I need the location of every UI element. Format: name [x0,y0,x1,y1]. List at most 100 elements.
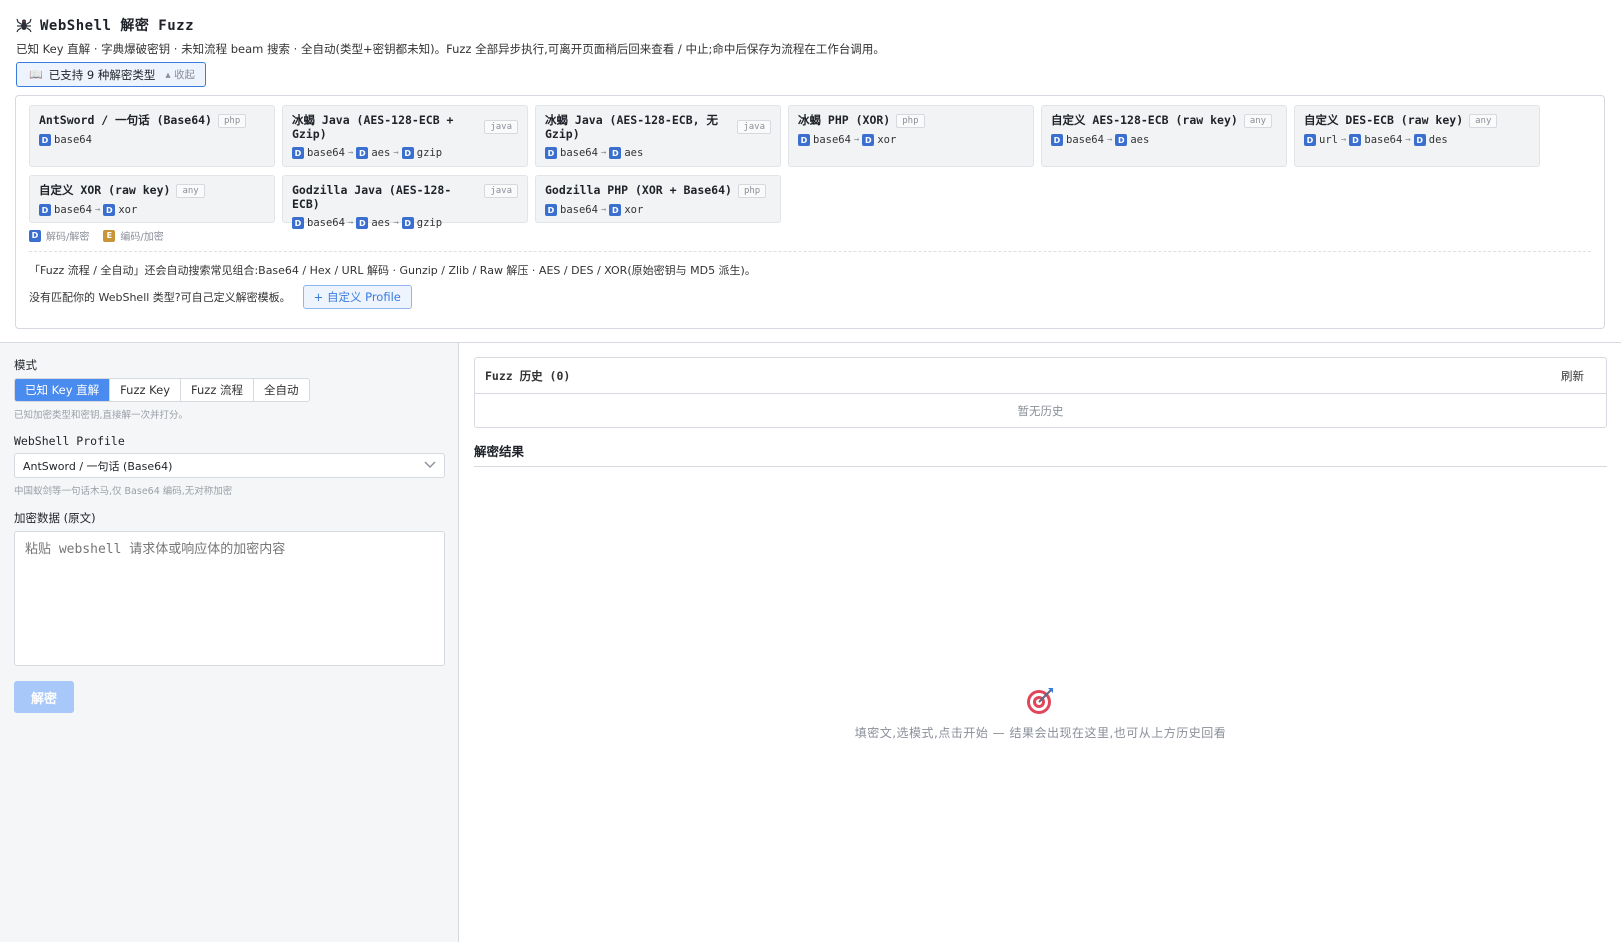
page-subtitle: 已知 Key 直解 · 字典爆破密钥 · 未知流程 beam 搜索 · 全自动(… [16,42,885,56]
profile-chain: Dbase64 → Dxor [798,134,1024,146]
support-types-label: 已支持 9 种解密类型 [48,67,156,82]
mode-label: 模式 [14,358,37,372]
chain-step: xor [118,204,138,216]
profile-lang-tag: php [737,184,767,198]
decode-badge: D [1115,134,1128,146]
profile-hint: 中国蚁剑等一句话木马,仅 Base64 编码,无对称加密 [14,486,233,497]
spider-icon [16,17,32,33]
decode-badge: D [545,147,557,159]
support-types-toggle[interactable]: 📖 已支持 9 种解密类型 ▴ 收起 [16,62,206,87]
profile-chain: Durl → Dbase64 → Ddes [1304,134,1530,146]
arrow-icon: → [347,218,354,228]
decode-badge: D [862,134,875,146]
profile-chain: Dbase64 [39,134,265,146]
arrow-icon: → [853,135,860,145]
profile-card[interactable]: 冰蝎 Java (AES-128-ECB + Gzip) java Dbase64 →… [282,105,528,167]
decode-badge: D [1349,134,1362,146]
profile-card[interactable]: AntSword / 一句话 (Base64) php Dbase64 [29,105,275,167]
chain-step: base64 [1066,134,1104,146]
mode-option[interactable]: Fuzz Key [110,379,182,401]
chevron-down-icon [424,459,436,472]
profile-card-title: 自定义 AES-128-ECB (raw key) [1051,113,1238,127]
chain-step: base64 [560,147,598,159]
divider [29,251,1591,252]
decode-badge: D [401,217,414,229]
decode-badge: D [545,204,557,216]
mode-option[interactable]: Fuzz 流程 [181,379,255,401]
profile-card-title: Godzilla Java (AES-128-ECB) [292,183,452,211]
profile-card-title: Godzilla PHP (XOR + Base64) [545,183,732,197]
workspace: 模式 已知 Key 直解 Fuzz Key Fuzz 流程 全自动 已知加密类型和密钥… [0,342,1621,942]
cipher-input[interactable] [14,531,445,666]
arrow-icon: → [1340,135,1347,145]
header: WebShell 解密 Fuzz 已知 Key 直解 · 字典爆破密钥 · 未知… [0,0,1621,87]
arrow-icon: → [600,205,607,215]
profile-card[interactable]: 自定义 DES-ECB (raw key) any Durl → Dbase64 → Dde… [1294,105,1540,167]
decode-badge: D [356,147,369,159]
profile-card[interactable]: 自定义 XOR (raw key) any Dbase64 → Dxor [29,175,275,223]
decode-badge: D [1051,134,1063,146]
history-card: Fuzz 历史 (0) 刷新 暂无历史 [474,357,1607,428]
profile-card[interactable]: 冰蝎 Java (AES-128-ECB, 无 Gzip) java Dbase64… [535,105,781,167]
profile-select-value: AntSword / 一句话 (Base64) [23,459,173,473]
profile-card[interactable]: Godzilla PHP (XOR + Base64) php Dbase64 → Dx… [535,175,781,223]
chain-step: base64 [307,217,345,229]
profile-card[interactable]: 冰蝎 PHP (XOR) php Dbase64 → Dxor [788,105,1034,167]
mode-option[interactable]: 全自动 [254,379,309,401]
profile-card-title: 冰蝎 Java (AES-128-ECB, 无 Gzip) [545,113,718,141]
chain-step: base64 [307,147,345,159]
arrow-icon: → [94,205,101,215]
history-empty: 暂无历史 [1017,403,1064,418]
chain-step: gzip [416,217,443,229]
encode-legend-label: 编码/加密 [120,232,164,243]
arrow-icon: → [600,148,607,158]
arrow-icon: → [1405,135,1411,145]
decode-badge: D [609,147,622,159]
chain-step: url [1319,134,1338,146]
profile-lang-tag: any [1243,114,1273,128]
chain-step: aes [371,147,391,159]
profiles-panel: AntSword / 一句话 (Base64) php Dbase64 冰蝎 Java… [15,95,1605,329]
chain-step: gzip [416,147,443,159]
profile-card[interactable]: 自定义 AES-128-ECB (raw key) any Dbase64 → Daes [1041,105,1287,167]
custom-profile-prompt: 没有匹配你的 WebShell 类型?可自己定义解密模板。 [29,291,291,304]
mode-option[interactable]: 已知 Key 直解 [15,379,111,401]
arrow-icon: → [393,148,399,158]
profile-label: WebShell Profile [14,434,125,448]
profile-card-title: AntSword / 一句话 (Base64) [39,113,212,127]
decode-badge: D [401,147,414,159]
decrypt-form: 模式 已知 Key 直解 Fuzz Key Fuzz 流程 全自动 已知加密类型和密钥… [0,343,459,942]
mode-hint: 已知加密类型和密钥,直接解一次并打分。 [14,410,189,421]
profile-lang-tag: java [737,120,771,134]
custom-profile-button[interactable]: + 自定义 Profile [302,285,412,309]
chain-step: base64 [54,134,92,146]
results-empty-text: 填密文,选模式,点击开始 — 结果会出现在这里,也可从上方历史回看 [854,726,1227,740]
profile-lang-tag: java [484,120,518,134]
mode-selector: 已知 Key 直解 Fuzz Key Fuzz 流程 全自动 [14,378,310,402]
profile-card-title: 冰蝎 Java (AES-128-ECB + Gzip) [292,113,454,141]
profile-lang-tag: php [217,114,247,128]
badge-legend: D 解码/解密 E 编码/加密 [29,228,164,243]
profile-chain: Dbase64 → Dxor [545,204,771,216]
decode-badge: D [292,217,304,229]
decrypt-button[interactable]: 解密 [14,681,74,713]
profile-lang-tag: php [896,114,925,128]
chain-step: base64 [54,204,92,216]
decode-legend-label: 解码/解密 [46,232,90,243]
custom-profile-row: 没有匹配你的 WebShell 类型?可自己定义解密模板。 + 自定义 Prof… [29,285,412,309]
results-title: 解密结果 [474,441,1607,467]
results-empty-state: 填密文,选模式,点击开始 — 结果会出现在这里,也可从上方历史回看 [474,685,1607,741]
profile-chain: Dbase64 → Daes [545,147,771,159]
profile-card-title: 自定义 XOR (raw key) [39,183,171,197]
profile-card[interactable]: Godzilla Java (AES-128-ECB) java Dbase64 → D… [282,175,528,229]
decode-badge: D [356,217,369,229]
profile-select[interactable]: AntSword / 一句话 (Base64) [14,453,445,478]
arrow-icon: → [393,218,399,228]
profile-lang-tag: java [484,184,518,198]
profile-lang-tag: any [176,184,205,198]
arrow-icon: → [1106,135,1113,145]
refresh-button[interactable]: 刷新 [1561,368,1596,384]
chain-step: xor [877,134,897,146]
chain-step: des [1428,134,1448,146]
decode-badge: D [29,229,41,242]
